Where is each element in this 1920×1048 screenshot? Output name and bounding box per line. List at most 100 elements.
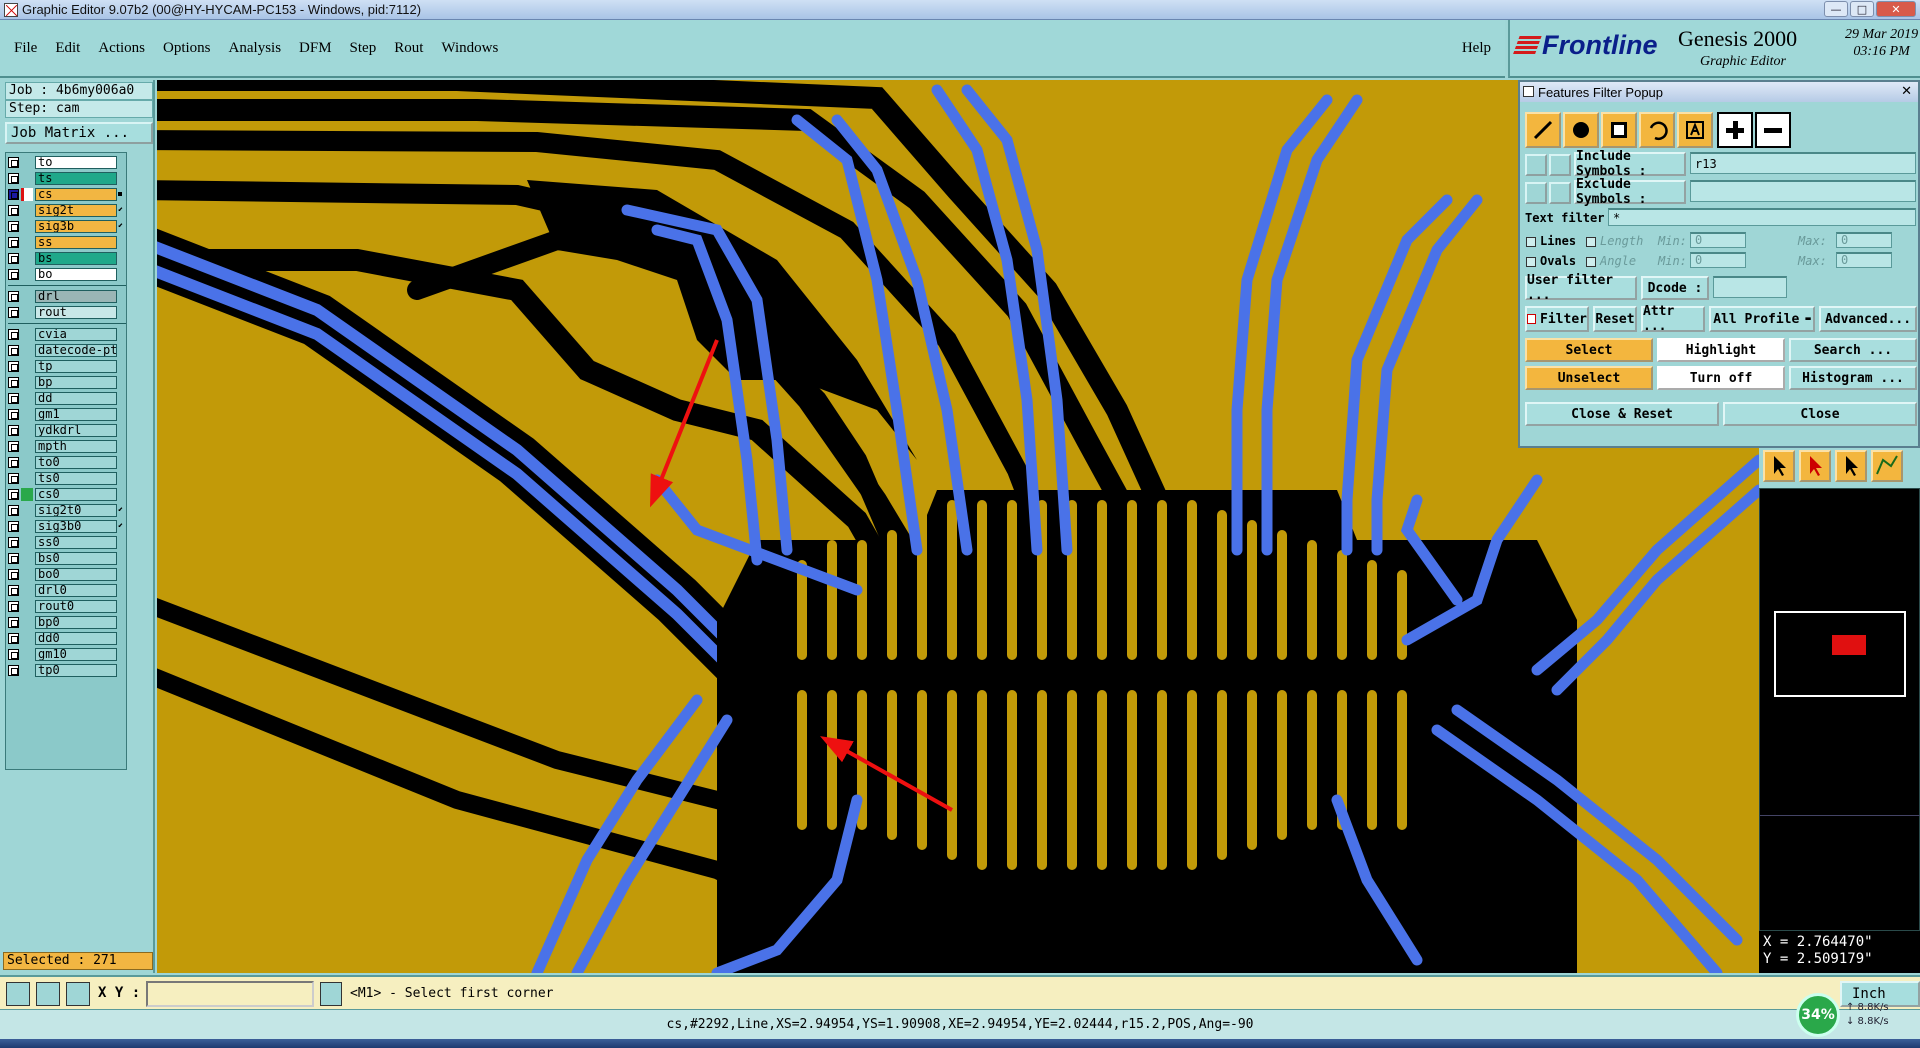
angle-min-input[interactable]: 0: [1690, 252, 1746, 268]
layer-row-to0[interactable]: to0: [8, 455, 126, 469]
maximize-button[interactable]: □: [1850, 1, 1874, 17]
length-checkbox[interactable]: Length: [1586, 234, 1643, 248]
layer-checkbox[interactable]: [8, 328, 19, 340]
layer-row-mpth[interactable]: mpth: [8, 439, 126, 453]
filter-positive-button[interactable]: [1717, 112, 1753, 148]
menu-dfm[interactable]: DFM: [299, 40, 332, 57]
layer-row-to[interactable]: to: [8, 155, 126, 169]
layer-row-gm1[interactable]: gm1: [8, 407, 126, 421]
snap-icon[interactable]: [6, 982, 30, 1006]
info-icon[interactable]: [320, 982, 342, 1006]
layer-row-ss[interactable]: ss: [8, 235, 126, 249]
overview-map[interactable]: [1759, 488, 1920, 931]
layer-row-bo0[interactable]: bo0: [8, 567, 126, 581]
close-window-button[interactable]: ✕: [1876, 1, 1916, 17]
minimize-button[interactable]: —: [1824, 1, 1848, 17]
close-reset-button[interactable]: Close & Reset: [1525, 402, 1719, 426]
layer-row-dd[interactable]: dd: [8, 391, 126, 405]
length-max-input[interactable]: 0: [1836, 232, 1892, 248]
menu-help[interactable]: Help: [1462, 40, 1491, 57]
layer-row-rout[interactable]: rout: [8, 305, 126, 319]
exclude-symbols-input[interactable]: [1690, 180, 1916, 202]
layer-checkbox[interactable]: [8, 600, 19, 612]
layer-checkbox[interactable]: [8, 488, 19, 500]
layer-checkbox[interactable]: [8, 344, 19, 356]
window-select-button[interactable]: [1835, 450, 1867, 482]
layer-checkbox[interactable]: [8, 440, 19, 452]
menu-analysis[interactable]: Analysis: [229, 40, 282, 57]
layer-checkbox[interactable]: [8, 520, 19, 532]
layer-row-ss0[interactable]: ss0: [8, 535, 126, 549]
layer-checkbox[interactable]: [8, 648, 19, 660]
layer-row-sig3b0[interactable]: sig3b0 ⬋: [8, 519, 126, 533]
polygon-select-button[interactable]: [1871, 450, 1903, 482]
filter-surface-button[interactable]: [1601, 112, 1637, 148]
layer-checkbox[interactable]: [8, 616, 19, 628]
layer-row-sig2t[interactable]: sig2t ⬋: [8, 203, 126, 217]
layer-row-drl[interactable]: drl: [8, 289, 126, 303]
close-button[interactable]: Close: [1723, 402, 1917, 426]
menu-step[interactable]: Step: [350, 40, 377, 57]
layer-checkbox[interactable]: [8, 392, 19, 404]
include-pick-button[interactable]: [1525, 154, 1547, 176]
highlight-button[interactable]: Highlight: [1657, 338, 1785, 362]
menu-actions[interactable]: Actions: [98, 40, 145, 57]
layer-row-ts0[interactable]: ts0: [8, 471, 126, 485]
layer-checkbox[interactable]: [8, 408, 19, 420]
advanced-button[interactable]: Advanced...: [1819, 306, 1917, 332]
layer-row-cvia[interactable]: cvia: [8, 327, 126, 341]
menu-options[interactable]: Options: [163, 40, 211, 57]
layer-checkbox[interactable]: [8, 156, 19, 168]
angle-checkbox[interactable]: Angle: [1586, 254, 1636, 268]
include-pick-all-button[interactable]: [1549, 154, 1571, 176]
unselect-button[interactable]: Unselect: [1525, 366, 1653, 390]
ovals-checkbox[interactable]: Ovals: [1526, 254, 1576, 268]
layer-row-sig3b[interactable]: sig3b ⬋: [8, 219, 126, 233]
layer-row-drl0[interactable]: drl0: [8, 583, 126, 597]
layer-checkbox[interactable]: [8, 376, 19, 388]
layer-checkbox[interactable]: [8, 536, 19, 548]
select-tool-button[interactable]: [1799, 450, 1831, 482]
grid-icon[interactable]: [66, 982, 90, 1006]
layer-row-rout0[interactable]: rout0: [8, 599, 126, 613]
layer-checkbox[interactable]: [8, 472, 19, 484]
layer-checkbox[interactable]: [8, 456, 19, 468]
layer-row-ts[interactable]: ts: [8, 171, 126, 185]
layer-row-sig2t0[interactable]: sig2t0 ⬋: [8, 503, 126, 517]
pointer-tool-button[interactable]: [1763, 450, 1795, 482]
layer-row-bs0[interactable]: bs0: [8, 551, 126, 565]
layer-checkbox[interactable]: [8, 664, 19, 676]
filter-pad-button[interactable]: [1563, 112, 1599, 148]
menu-edit[interactable]: Edit: [55, 40, 80, 57]
layer-checkbox[interactable]: [8, 360, 19, 372]
layer-row-bo[interactable]: bo: [8, 267, 126, 281]
layer-row-bp0[interactable]: bp0: [8, 615, 126, 629]
layer-checkbox[interactable]: [8, 424, 19, 436]
text-filter-input[interactable]: *: [1608, 208, 1916, 226]
layer-checkbox[interactable]: [8, 504, 19, 516]
layer-row-datecode-pt[interactable]: datecode-pt: [8, 343, 126, 357]
filter-text-button[interactable]: [1677, 112, 1713, 148]
layer-checkbox[interactable]: [8, 552, 19, 564]
menu-file[interactable]: File: [14, 40, 37, 57]
reset-button[interactable]: Reset: [1593, 306, 1637, 332]
layer-row-tp[interactable]: tp: [8, 359, 126, 373]
filter-negative-button[interactable]: [1755, 112, 1791, 148]
length-min-input[interactable]: 0: [1690, 232, 1746, 248]
layer-checkbox[interactable]: [8, 632, 19, 644]
menu-rout[interactable]: Rout: [394, 40, 423, 57]
layer-checkbox[interactable]: [8, 252, 19, 264]
layer-checkbox[interactable]: [8, 220, 19, 232]
profile-select[interactable]: All Profile ▬: [1709, 306, 1815, 332]
search-button[interactable]: Search ...: [1789, 338, 1917, 362]
job-matrix-button[interactable]: Job Matrix ...: [5, 122, 153, 144]
layer-checkbox[interactable]: [8, 204, 19, 216]
exclude-pick-all-button[interactable]: [1549, 182, 1571, 204]
layer-checkbox[interactable]: [8, 172, 19, 184]
layer-checkbox[interactable]: [8, 268, 19, 280]
filter-line-button[interactable]: [1525, 112, 1561, 148]
user-filter-button[interactable]: User filter ...: [1525, 273, 1637, 303]
histogram-button[interactable]: Histogram ...: [1789, 366, 1917, 390]
filter-arc-button[interactable]: [1639, 112, 1675, 148]
attr-button[interactable]: Attr ...: [1641, 304, 1705, 334]
